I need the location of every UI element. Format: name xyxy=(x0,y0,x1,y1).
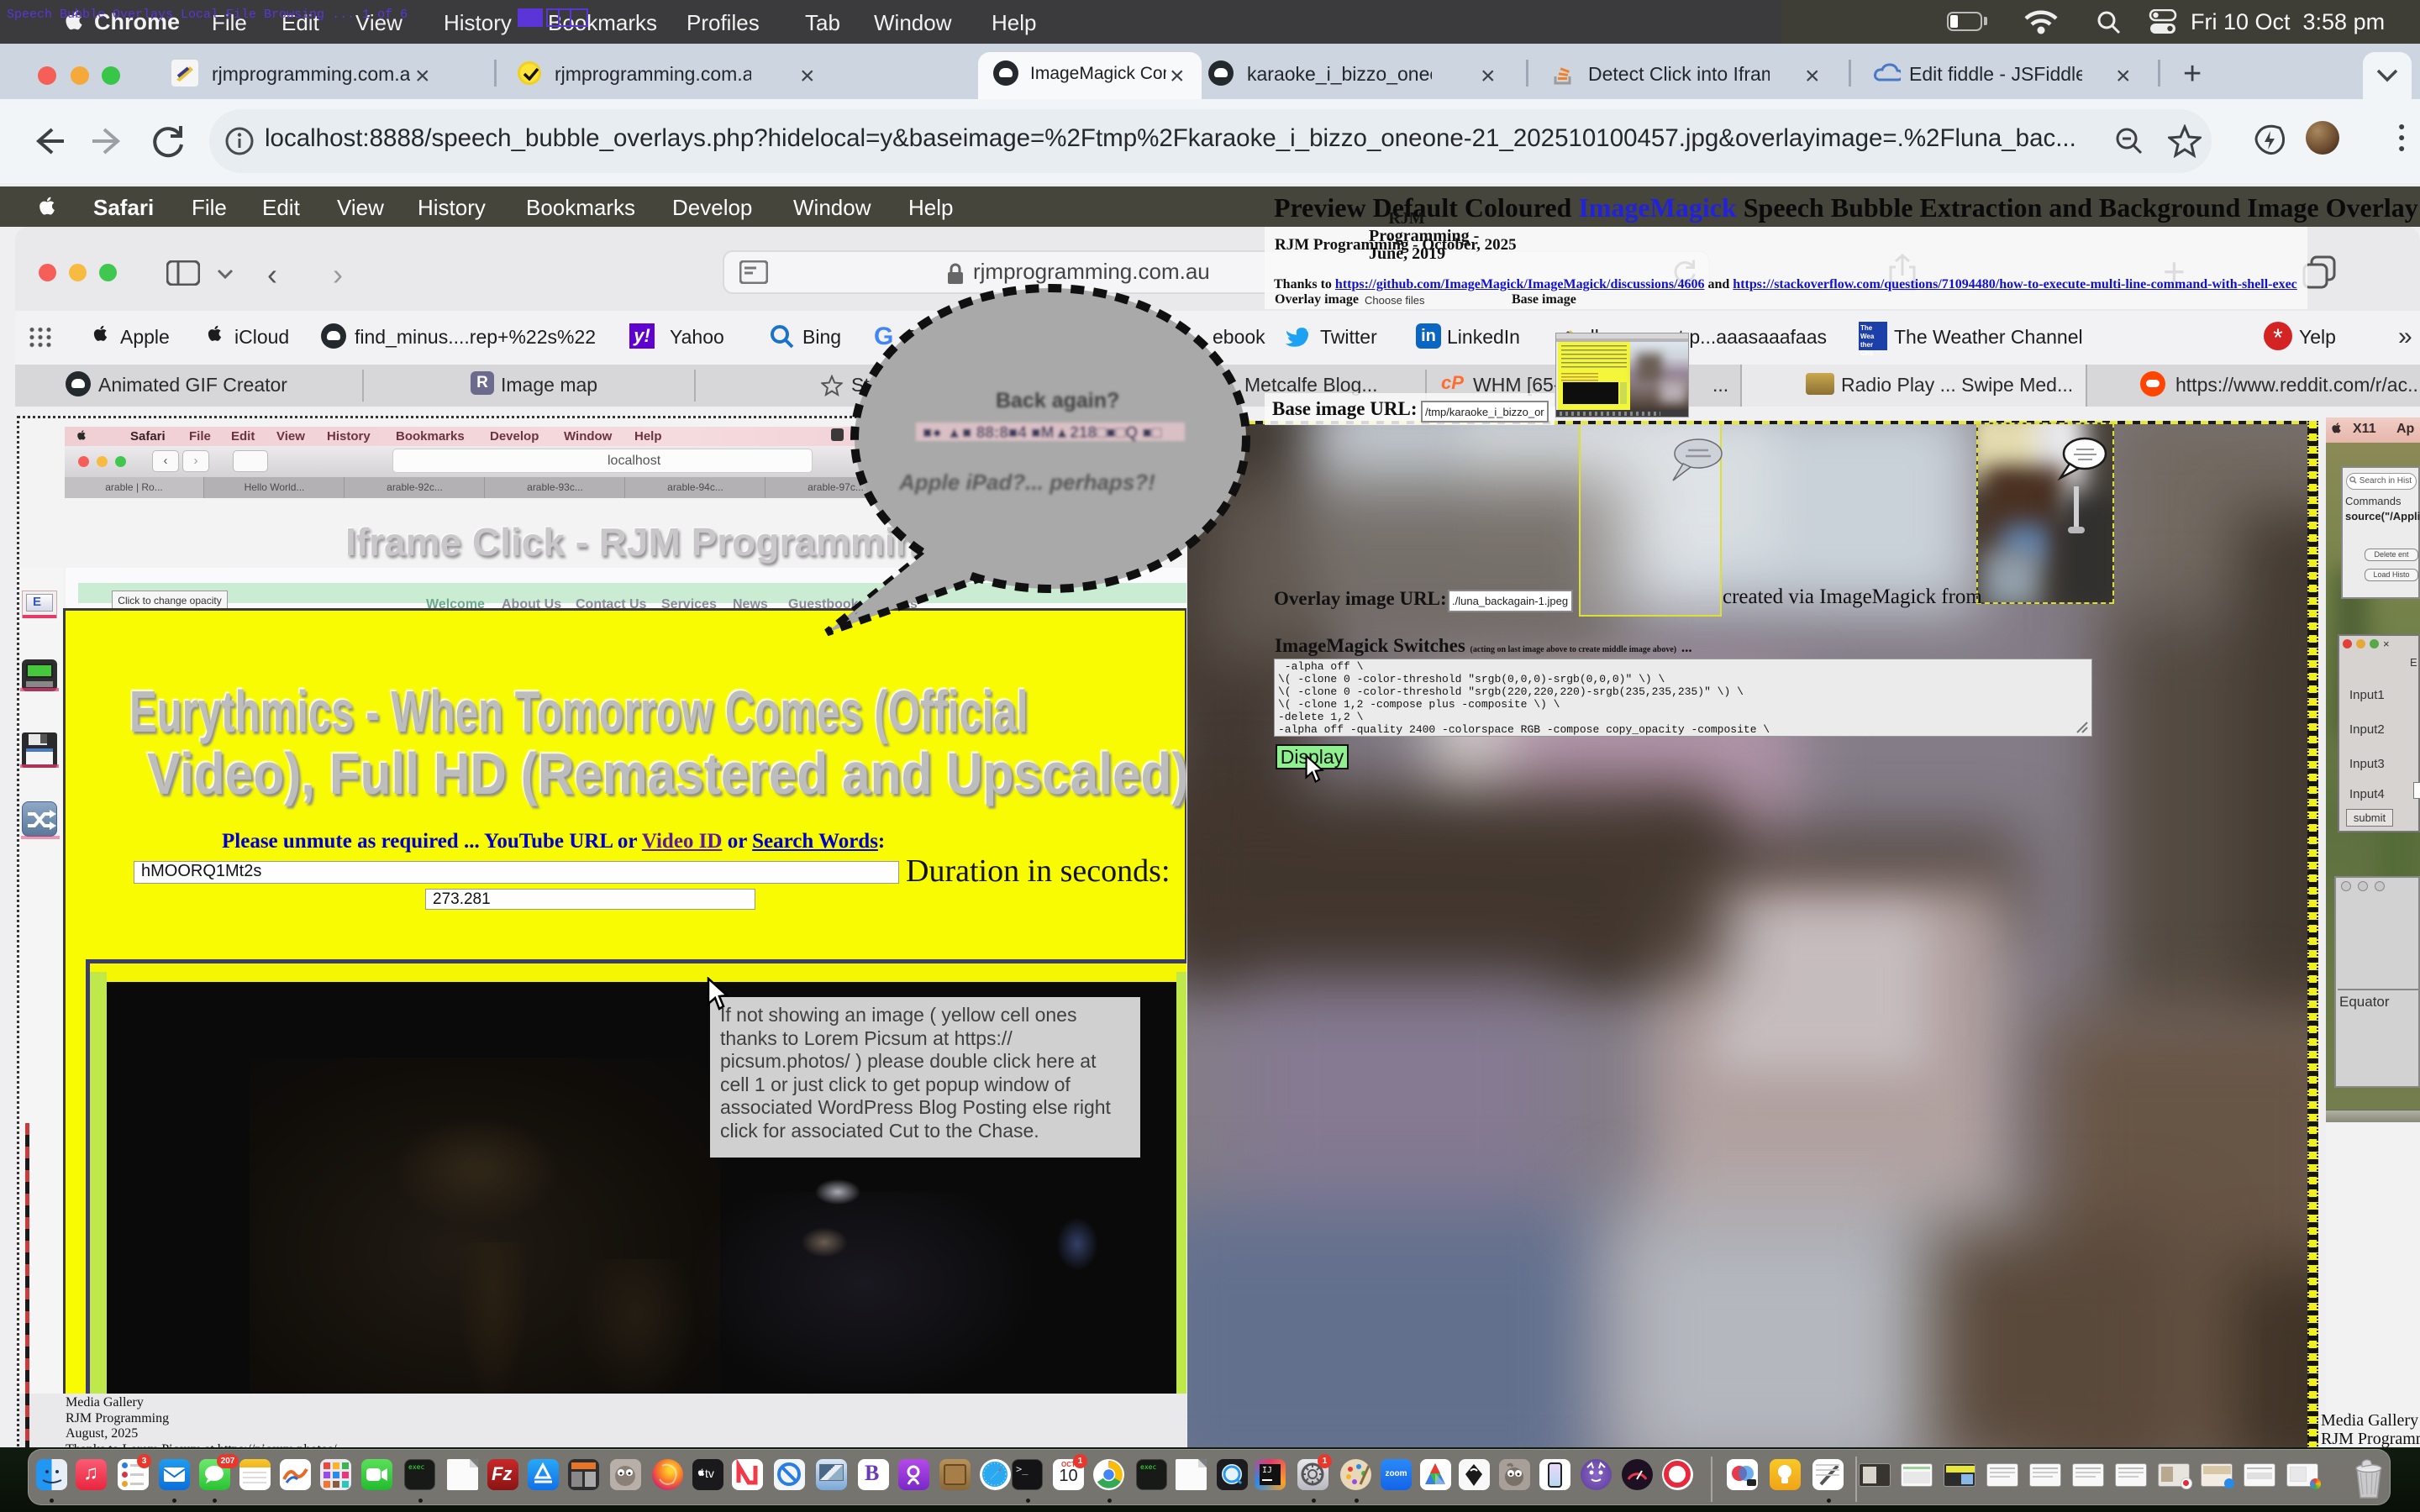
svg-text:Apple iPad?... perhaps?!: Apple iPad?... perhaps?! xyxy=(898,470,1155,495)
svg-text:■● ▲■ 88:8■4 ■M▲218□■□Q ■□: ■● ▲■ 88:8■4 ■M▲218□■□Q ■□ xyxy=(923,424,1162,442)
svg-text:Back again?: Back again? xyxy=(996,389,1119,412)
